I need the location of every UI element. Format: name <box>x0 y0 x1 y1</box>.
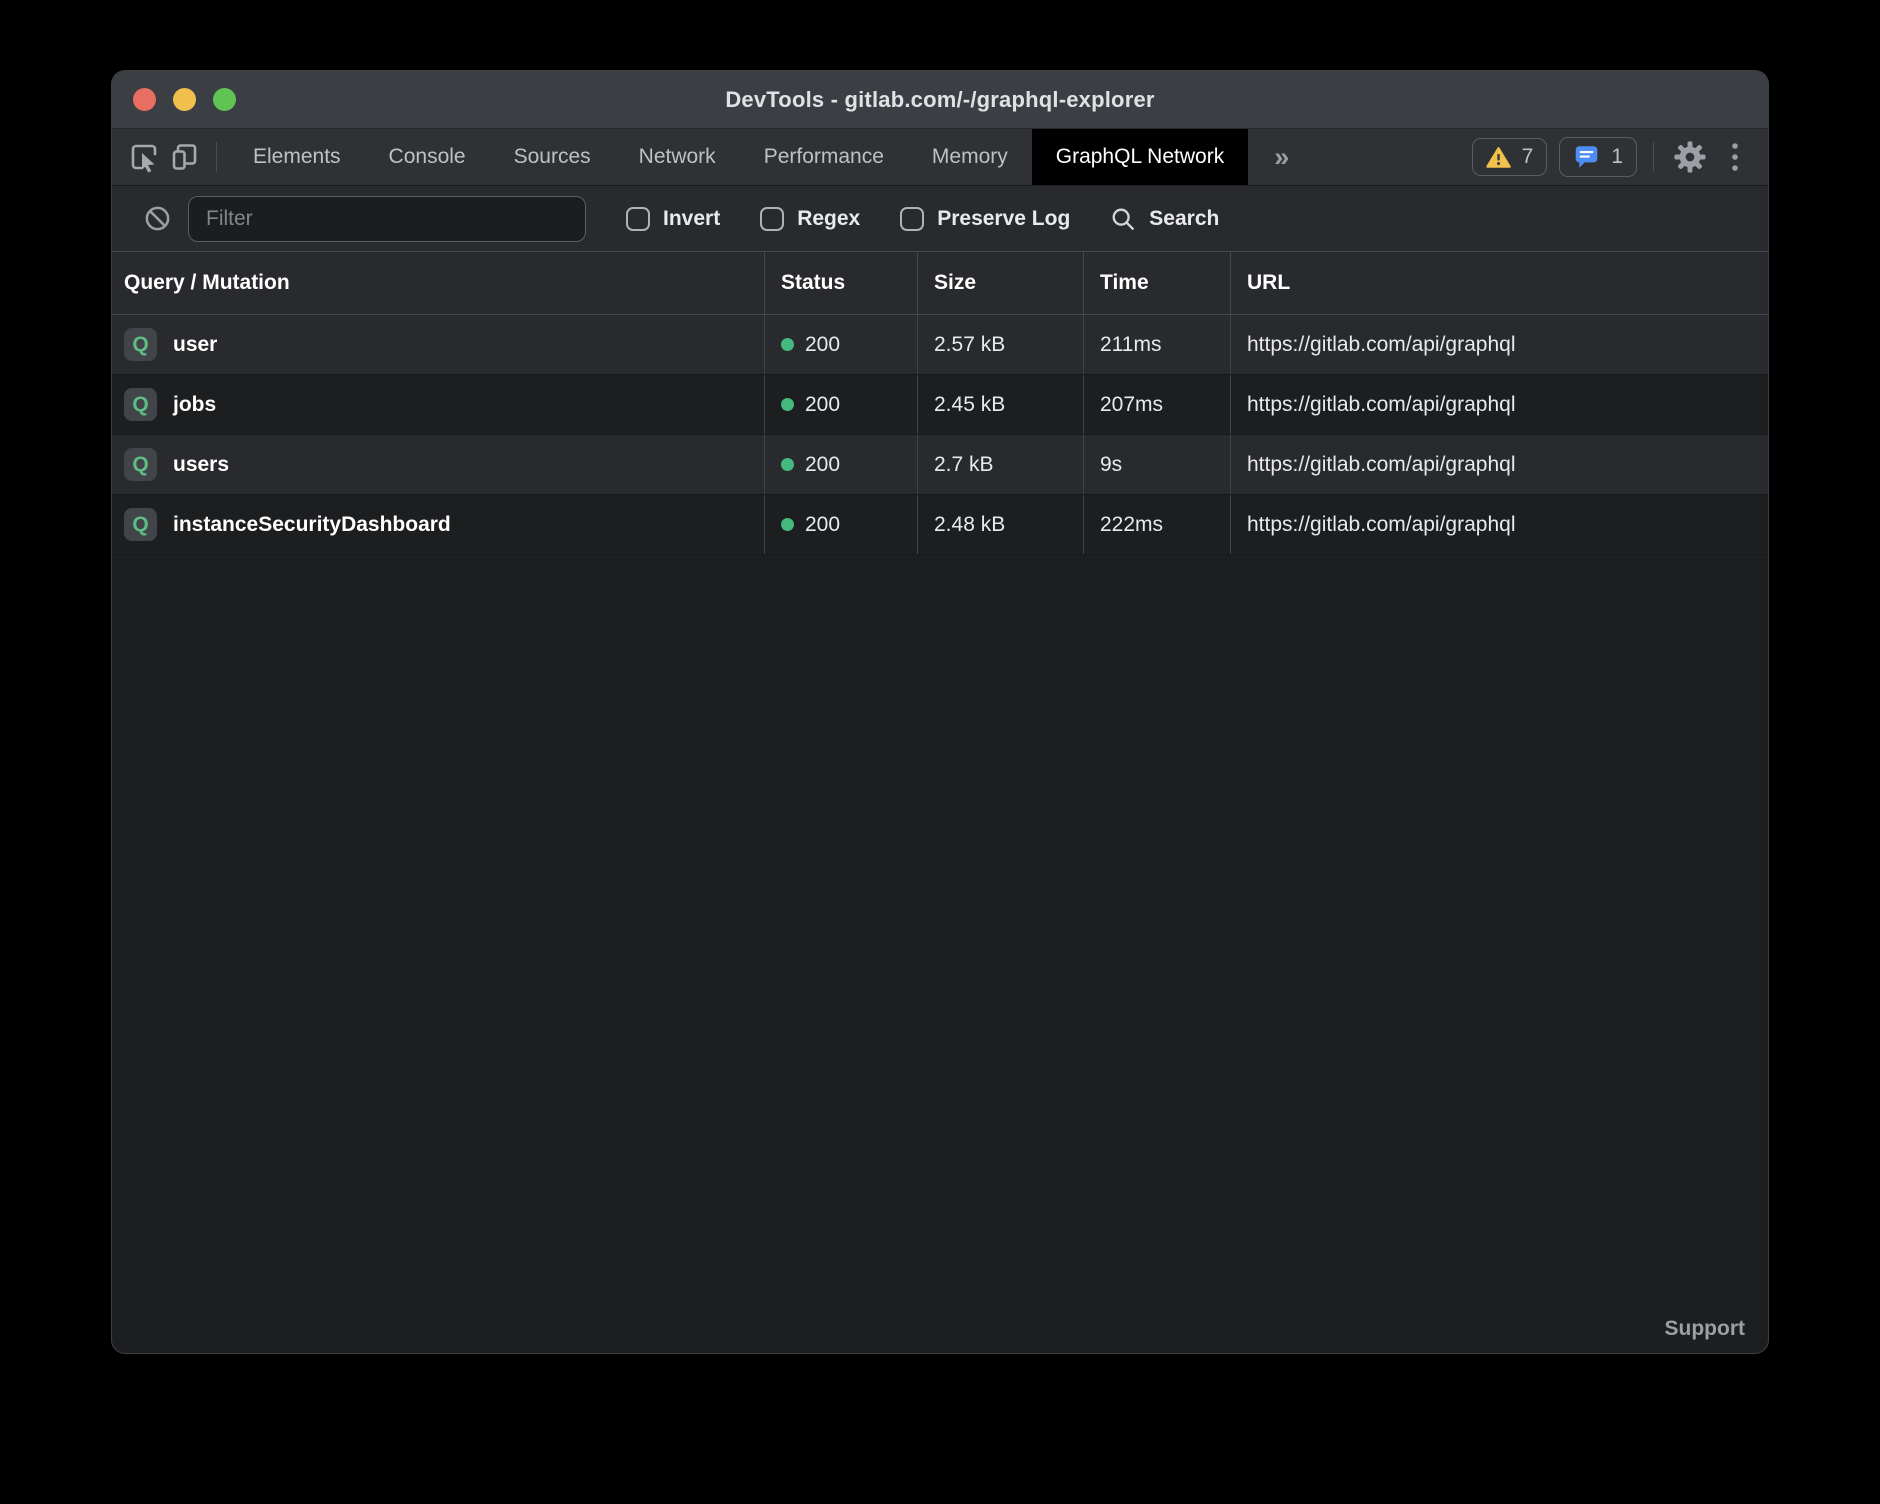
settings-icon <box>1673 140 1707 174</box>
preserve-log-checkbox[interactable] <box>900 207 924 231</box>
time-value: 9s <box>1100 453 1122 477</box>
right-group-separator <box>1653 142 1654 172</box>
maximize-window-button[interactable] <box>213 88 236 111</box>
search-control[interactable]: Search <box>1110 206 1219 232</box>
query-badge: Q <box>124 328 157 361</box>
size-value: 2.45 kB <box>934 393 1005 417</box>
url-value: https://gitlab.com/api/graphql <box>1247 453 1516 477</box>
tab-memory[interactable]: Memory <box>908 129 1032 185</box>
url-value: https://gitlab.com/api/graphql <box>1247 333 1516 357</box>
regex-label: Regex <box>797 207 860 231</box>
more-tabs-icon[interactable]: » <box>1248 129 1315 185</box>
regex-checkbox[interactable] <box>760 207 784 231</box>
devtools-tab-bar: Elements Console Sources Network Perform… <box>112 129 1768 186</box>
toolbar-separator <box>216 142 217 172</box>
search-icon <box>1110 206 1136 232</box>
warnings-badge[interactable]: 7 <box>1472 138 1548 176</box>
clear-filter-icon <box>144 205 171 232</box>
status-code: 200 <box>805 513 840 537</box>
close-window-button[interactable] <box>133 88 156 111</box>
support-link[interactable]: Support <box>1665 1317 1745 1341</box>
url-value: https://gitlab.com/api/graphql <box>1247 513 1516 537</box>
table-row[interactable]: Q user 200 2.57 kB 211ms https://gitlab.… <box>112 315 1768 375</box>
query-badge: Q <box>124 508 157 541</box>
tab-network[interactable]: Network <box>615 129 740 185</box>
status-ok-icon <box>781 518 794 531</box>
tab-elements[interactable]: Elements <box>229 129 365 185</box>
tabbar-right-controls: 7 1 <box>1472 129 1768 185</box>
clear-requests-button[interactable] <box>142 205 172 232</box>
status-code: 200 <box>805 453 840 477</box>
query-badge: Q <box>124 448 157 481</box>
tab-performance[interactable]: Performance <box>740 129 908 185</box>
device-toolbar-button[interactable] <box>164 129 204 185</box>
query-name: user <box>173 333 217 357</box>
time-value: 211ms <box>1100 333 1161 357</box>
column-header-size[interactable]: Size <box>917 252 1083 314</box>
window-title: DevTools - gitlab.com/-/graphql-explorer <box>725 87 1154 113</box>
issues-badge[interactable]: 1 <box>1559 137 1637 177</box>
search-label: Search <box>1149 207 1219 231</box>
tab-graphql-network[interactable]: GraphQL Network <box>1032 129 1248 185</box>
size-value: 2.48 kB <box>934 513 1005 537</box>
column-header-query[interactable]: Query / Mutation <box>112 252 764 314</box>
inspect-element-button[interactable] <box>124 129 164 185</box>
device-toolbar-icon <box>168 141 200 173</box>
table-row[interactable]: Q users 200 2.7 kB 9s https://gitlab.com… <box>112 435 1768 495</box>
table-header: Query / Mutation Status Size Time URL <box>112 252 1768 315</box>
column-header-url[interactable]: URL <box>1230 252 1768 314</box>
status-ok-icon <box>781 458 794 471</box>
warnings-count: 7 <box>1522 145 1534 169</box>
status-code: 200 <box>805 393 840 417</box>
status-ok-icon <box>781 338 794 351</box>
inspect-icon <box>128 141 160 173</box>
preserve-log-checkbox-group[interactable]: Preserve Log <box>900 207 1070 231</box>
traffic-lights <box>133 71 236 128</box>
status-code: 200 <box>805 333 840 357</box>
issues-count: 1 <box>1611 145 1623 169</box>
more-options-button[interactable] <box>1722 140 1748 174</box>
size-value: 2.57 kB <box>934 333 1005 357</box>
warning-icon <box>1486 146 1511 169</box>
tab-sources[interactable]: Sources <box>490 129 615 185</box>
title-bar: DevTools - gitlab.com/-/graphql-explorer <box>112 71 1768 129</box>
url-value: https://gitlab.com/api/graphql <box>1247 393 1516 417</box>
kebab-icon <box>1730 140 1740 174</box>
query-badge: Q <box>124 388 157 421</box>
settings-button[interactable] <box>1670 140 1710 174</box>
issues-icon <box>1573 144 1600 170</box>
preserve-log-label: Preserve Log <box>937 207 1070 231</box>
time-value: 222ms <box>1100 513 1163 537</box>
column-header-status[interactable]: Status <box>764 252 917 314</box>
table-row[interactable]: Q instanceSecurityDashboard 200 2.48 kB … <box>112 495 1768 555</box>
minimize-window-button[interactable] <box>173 88 196 111</box>
filter-input[interactable] <box>188 196 586 242</box>
table-row[interactable]: Q jobs 200 2.45 kB 207ms https://gitlab.… <box>112 375 1768 435</box>
filter-toolbar: Invert Regex Preserve Log Search <box>112 186 1768 252</box>
status-ok-icon <box>781 398 794 411</box>
devtools-window: DevTools - gitlab.com/-/graphql-explorer… <box>112 71 1768 1353</box>
tab-console[interactable]: Console <box>365 129 490 185</box>
regex-checkbox-group[interactable]: Regex <box>760 207 860 231</box>
query-name: users <box>173 453 229 477</box>
empty-content-area <box>112 555 1768 1353</box>
query-name: instanceSecurityDashboard <box>173 513 451 537</box>
invert-checkbox-group[interactable]: Invert <box>626 207 720 231</box>
column-header-time[interactable]: Time <box>1083 252 1230 314</box>
query-name: jobs <box>173 393 216 417</box>
invert-label: Invert <box>663 207 720 231</box>
invert-checkbox[interactable] <box>626 207 650 231</box>
size-value: 2.7 kB <box>934 453 994 477</box>
time-value: 207ms <box>1100 393 1163 417</box>
